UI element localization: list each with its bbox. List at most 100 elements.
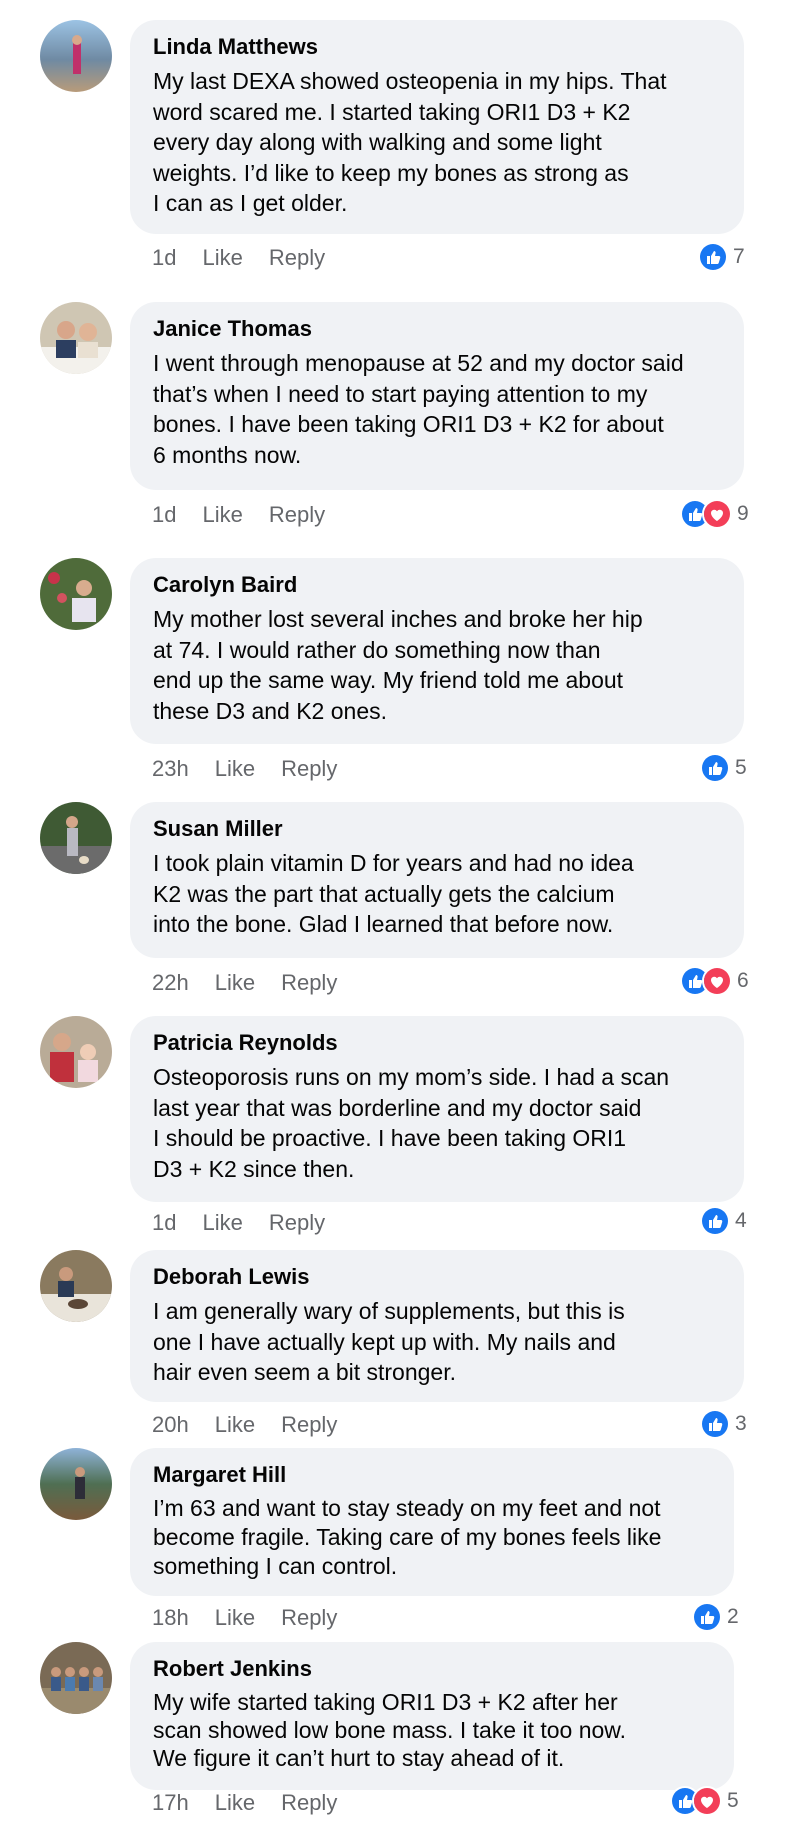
comment-time[interactable]: 18h [152,1605,189,1631]
comment-time[interactable]: 23h [152,756,189,782]
like-button[interactable]: Like [202,245,242,271]
comment-bubble: Janice Thomas I went through menopause a… [130,302,744,490]
comment-author[interactable]: Carolyn Baird [153,572,720,598]
comment-author[interactable]: Robert Jenkins [153,1656,710,1682]
like-button[interactable]: Like [215,1412,255,1438]
comment-line: We figure it can’t hurt to stay ahead of… [153,1745,565,1771]
comment-line: that’s when I need to start paying atten… [153,380,648,407]
comment-bubble: Linda Matthews My last DEXA showed osteo… [130,20,744,234]
avatar[interactable] [40,1016,112,1088]
comment-line: into the bone. Glad I learned that befor… [153,911,614,937]
like-button[interactable]: Like [215,1605,255,1631]
comment-text: I’m 63 and want to stay steady on my fee… [153,1494,710,1581]
avatar[interactable] [40,558,112,630]
comment-actions: 18h Like Reply [152,1605,363,1631]
avatar[interactable] [40,1250,112,1322]
reply-button[interactable]: Reply [281,1605,337,1631]
comment-time[interactable]: 1d [152,502,176,528]
like-icon [700,753,730,783]
comment-line: My wife started taking ORI1 D3 + K2 afte… [153,1689,618,1715]
comment-actions: 1d Like Reply [152,502,351,528]
reaction-count: 5 [727,1789,739,1812]
comment-time[interactable]: 20h [152,1412,189,1438]
comment-actions: 22h Like Reply [152,970,363,996]
comment-bubble: Susan Miller I took plain vitamin D for … [130,802,744,958]
love-icon [702,966,732,996]
like-button[interactable]: Like [202,1210,242,1236]
comment-author[interactable]: Susan Miller [153,816,720,842]
reaction-summary[interactable]: 7 [698,242,745,272]
comment-line: something I can control. [153,1553,398,1579]
like-button[interactable]: Like [215,970,255,996]
comment-line: My last DEXA showed osteopenia in my hip… [153,68,667,94]
comment-bubble: Margaret Hill I’m 63 and want to stay st… [130,1448,734,1596]
comment-author[interactable]: Linda Matthews [153,34,720,60]
reply-button[interactable]: Reply [281,970,337,996]
reaction-count: 5 [735,756,747,779]
comment-line: K2 was the part that actually gets the c… [153,880,615,907]
reaction-summary[interactable]: 5 [670,1786,739,1816]
comment-actions: 1d Like Reply [152,1210,351,1236]
like-button[interactable]: Like [215,1790,255,1816]
comment-line: last year that was borderline and my doc… [153,1094,642,1121]
comment-author[interactable]: Janice Thomas [153,316,720,342]
comment-line: My mother lost several inches and broke … [153,606,643,632]
comment-text: I am generally wary of supplements, but … [153,1296,720,1388]
avatar[interactable] [40,1448,112,1520]
comment-author[interactable]: Margaret Hill [153,1462,710,1488]
comment-line: I am generally wary of supplements, but … [153,1298,625,1324]
comment-line: at 74. I would rather do something now t… [153,636,601,663]
reaction-count: 7 [733,245,745,268]
comment-bubble: Carolyn Baird My mother lost several inc… [130,558,744,744]
comment-time[interactable]: 1d [152,1210,176,1236]
comment-line: I’m 63 and want to stay steady on my fee… [153,1495,661,1521]
comment-text: Osteoporosis runs on my mom’s side. I ha… [153,1062,720,1184]
like-icon [692,1602,722,1632]
comment-text: My wife started taking ORI1 D3 + K2 afte… [153,1688,710,1772]
comment-text: My last DEXA showed osteopenia in my hip… [153,66,720,219]
comment-line: I can as I get older. [153,190,348,216]
reply-button[interactable]: Reply [281,756,337,782]
love-icon [702,499,732,529]
comment-actions: 1d Like Reply [152,245,351,271]
reply-button[interactable]: Reply [281,1790,337,1816]
avatar[interactable] [40,1642,112,1714]
comment-line: word scared me. I started taking ORI1 D3… [153,98,631,125]
comment-author[interactable]: Patricia Reynolds [153,1030,720,1056]
comment-line: scan showed low bone mass. I take it too… [153,1717,627,1743]
reaction-summary[interactable]: 2 [692,1602,739,1632]
reply-button[interactable]: Reply [281,1412,337,1438]
avatar[interactable] [40,20,112,92]
comment-line: weights. I’d like to keep my bones as st… [153,159,629,186]
reaction-count: 9 [737,502,749,525]
reply-button[interactable]: Reply [269,245,325,271]
like-button[interactable]: Like [215,756,255,782]
comment-time[interactable]: 17h [152,1790,189,1816]
comment-line: D3 + K2 since then. [153,1155,355,1182]
avatar[interactable] [40,302,112,374]
reaction-count: 2 [727,1605,739,1628]
comment-time[interactable]: 1d [152,245,176,271]
reaction-summary[interactable]: 3 [700,1409,747,1439]
avatar[interactable] [40,802,112,874]
reaction-summary[interactable]: 5 [700,753,747,783]
reaction-summary[interactable]: 4 [700,1206,747,1236]
comment-actions: 23h Like Reply [152,756,363,782]
reply-button[interactable]: Reply [269,502,325,528]
comment-text: I went through menopause at 52 and my do… [153,348,720,470]
reaction-summary[interactable]: 9 [680,499,749,529]
comment-line: I should be proactive. I have been takin… [153,1125,627,1151]
comment-author[interactable]: Deborah Lewis [153,1264,720,1290]
reaction-count: 4 [735,1209,747,1232]
comment-line: I went through menopause at 52 and my do… [153,350,684,376]
comment-line: become fragile. Taking care of my bones … [153,1524,662,1550]
comment-time[interactable]: 22h [152,970,189,996]
like-icon [700,1206,730,1236]
comment-line: Osteoporosis runs on my mom’s side. I ha… [153,1064,670,1090]
comment-text: My mother lost several inches and broke … [153,604,720,726]
reply-button[interactable]: Reply [269,1210,325,1236]
comment-line: these D3 and K2 ones. [153,697,387,724]
like-button[interactable]: Like [202,502,242,528]
comment-bubble: Patricia Reynolds Osteoporosis runs on m… [130,1016,744,1202]
reaction-summary[interactable]: 6 [680,966,749,996]
